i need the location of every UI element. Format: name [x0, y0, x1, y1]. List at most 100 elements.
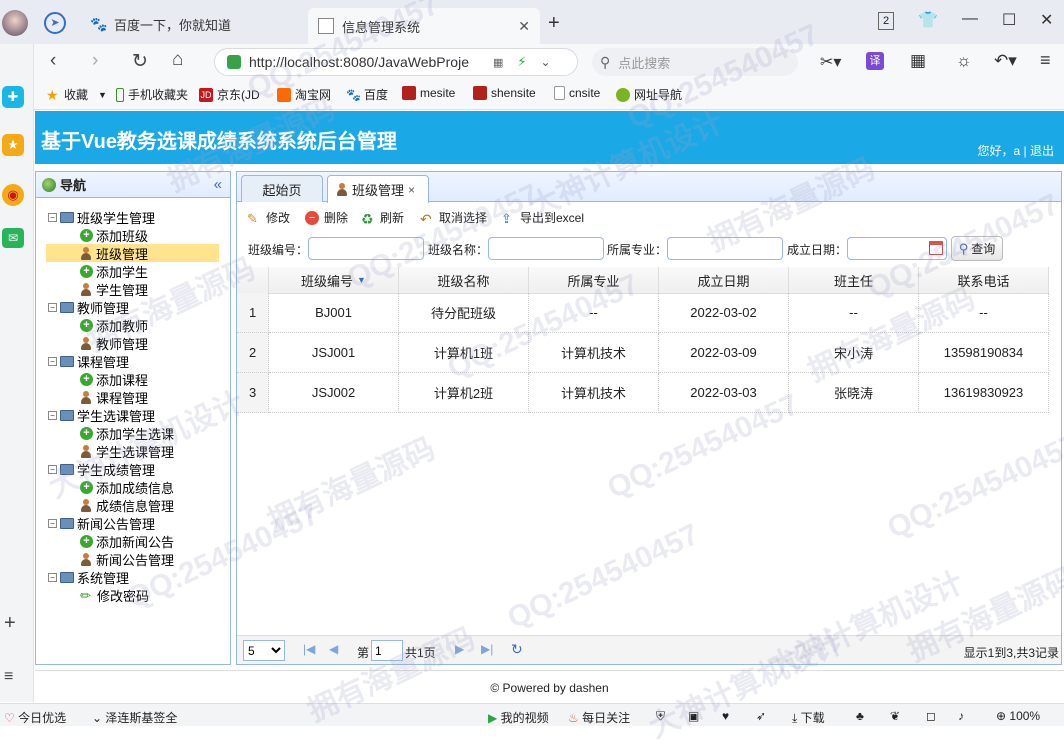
- cut-icon[interactable]: ✂▾: [820, 52, 841, 72]
- close-window-button[interactable]: ✕: [1040, 10, 1053, 30]
- maximize-button[interactable]: ☐: [1002, 10, 1016, 30]
- table-row[interactable]: 1 BJ001 待分配班级 -- 2022-03-02 -- --: [237, 293, 1049, 333]
- mail-icon[interactable]: ✉: [2, 228, 24, 248]
- column-header[interactable]: 成立日期: [659, 267, 789, 294]
- undo-icon[interactable]: ↶▾: [994, 51, 1017, 71]
- collapse-toggle-icon[interactable]: −: [48, 212, 57, 222]
- tree-group[interactable]: − 学生成绩管理: [48, 460, 155, 478]
- tree-item[interactable]: + 添加班级: [80, 226, 148, 244]
- collapse-toggle-icon[interactable]: −: [48, 518, 57, 528]
- bookmark-taobao[interactable]: 淘宝网: [277, 86, 331, 103]
- tab-count-badge[interactable]: 2: [878, 12, 894, 30]
- tree-item[interactable]: + 添加学生: [80, 262, 148, 280]
- chevron-down-icon[interactable]: ⌄: [541, 55, 551, 69]
- favorites-icon[interactable]: ★: [2, 134, 24, 156]
- page-number-input[interactable]: [371, 640, 403, 661]
- tree-item[interactable]: 教师管理: [80, 334, 148, 352]
- avatar[interactable]: [2, 10, 28, 36]
- collapse-toggle-icon[interactable]: −: [48, 302, 57, 312]
- url-text[interactable]: http://localhost:8080/JavaWebProje: [249, 54, 489, 70]
- tree-item[interactable]: 班级管理: [46, 244, 219, 262]
- my-video-link[interactable]: ▶ 我的视频: [488, 709, 549, 726]
- collapse-icon[interactable]: «: [214, 176, 222, 193]
- apps-grid-icon[interactable]: ▦: [910, 51, 926, 71]
- add-icon[interactable]: +: [4, 612, 16, 635]
- collapse-toggle-icon[interactable]: −: [48, 356, 57, 366]
- column-header[interactable]: 联系电话: [919, 267, 1049, 294]
- tab-info-system[interactable]: 信息管理系统 ✕: [308, 8, 540, 44]
- close-tab-icon[interactable]: ×: [408, 183, 415, 197]
- tree-item[interactable]: + 添加新闻公告: [80, 532, 174, 550]
- close-tab-icon[interactable]: ✕: [518, 18, 530, 35]
- tree-group[interactable]: − 教师管理: [48, 298, 129, 316]
- image-icon[interactable]: ▣: [688, 709, 699, 723]
- tab-home[interactable]: 起始页: [241, 175, 323, 202]
- edit-button[interactable]: ✎ 修改: [247, 209, 290, 226]
- home-icon[interactable]: ⌂: [172, 49, 183, 71]
- tab-class-management[interactable]: 班级管理 ×: [327, 175, 429, 203]
- shield-icon[interactable]: ⛨: [656, 709, 665, 724]
- delete-button[interactable]: − 删除: [305, 209, 348, 226]
- bookmark-nav[interactable]: 网址导航: [616, 86, 682, 103]
- last-page-icon[interactable]: ▶|: [481, 642, 493, 656]
- bolt-icon[interactable]: ⚡: [517, 54, 526, 70]
- cancel-select-button[interactable]: ↶ 取消选择: [420, 209, 487, 227]
- brightness-icon[interactable]: ☼: [956, 51, 972, 71]
- tree-item[interactable]: 新闻公告管理: [80, 550, 174, 568]
- qr-icon[interactable]: ▦: [493, 56, 503, 69]
- page-size-select[interactable]: 5: [243, 640, 285, 661]
- reload-page-icon[interactable]: ↻: [511, 641, 523, 658]
- tree-group[interactable]: − 班级学生管理: [48, 208, 155, 226]
- sort-desc-icon[interactable]: ▼: [357, 275, 366, 285]
- query-button[interactable]: ⚲ 查询: [951, 236, 1003, 261]
- column-header[interactable]: 班级名称: [399, 267, 529, 294]
- prev-page-icon[interactable]: ◀: [329, 642, 338, 656]
- plugin-icon[interactable]: ✚: [2, 86, 24, 108]
- download-link[interactable]: ⤓ 下载: [792, 709, 825, 726]
- collapse-toggle-icon[interactable]: −: [48, 572, 57, 582]
- first-page-icon[interactable]: |◀: [303, 642, 315, 656]
- game-icon[interactable]: ♣: [856, 709, 864, 723]
- window-icon[interactable]: ◻: [926, 709, 936, 723]
- bookmark-shensite[interactable]: shensite: [473, 86, 536, 100]
- column-header[interactable]: 班主任: [789, 267, 919, 294]
- tree-group[interactable]: − 课程管理: [48, 352, 129, 370]
- address-bar[interactable]: http://localhost:8080/JavaWebProje ▦ ⚡ ⌄: [214, 48, 578, 76]
- weibo-icon[interactable]: ◉: [2, 184, 24, 206]
- rocket-icon[interactable]: ➶: [756, 709, 766, 723]
- table-row[interactable]: 3 JSJ002 计算机2班 计算机技术 2022-03-03 张晓涛 1361983092…: [237, 373, 1049, 413]
- bookmark-baidu[interactable]: 🐾 百度: [346, 86, 388, 103]
- bookmark-favorites[interactable]: ★ 收藏 ▼: [46, 86, 107, 103]
- daily-pick-link[interactable]: ♡ 今日优选: [4, 709, 66, 726]
- leaf-icon[interactable]: ❦: [890, 709, 900, 723]
- tree-group[interactable]: − 新闻公告管理: [48, 514, 155, 532]
- bookmark-mesite[interactable]: mesite: [402, 86, 455, 100]
- tab-baidu[interactable]: 🐾 百度一下，你就知道: [80, 8, 300, 40]
- calendar-icon[interactable]: [929, 241, 943, 255]
- tree-group[interactable]: − 学生选课管理: [48, 406, 155, 424]
- news-link[interactable]: ⌄ 泽连斯基签全: [92, 709, 177, 726]
- health-icon[interactable]: ♥: [722, 709, 729, 723]
- class-name-input[interactable]: [488, 237, 604, 260]
- menu-icon[interactable]: ≡: [1040, 50, 1051, 71]
- collapse-toggle-icon[interactable]: −: [48, 410, 57, 420]
- new-tab-button[interactable]: +: [548, 12, 560, 35]
- tree-group[interactable]: − 系统管理: [48, 568, 129, 586]
- shirt-icon[interactable]: 👕: [918, 10, 938, 30]
- search-box[interactable]: ⚲ 点此搜索: [592, 48, 798, 76]
- major-input[interactable]: [667, 237, 783, 260]
- back-icon[interactable]: ‹: [50, 50, 56, 72]
- tree-item[interactable]: + 添加成绩信息: [80, 478, 174, 496]
- zoom-link[interactable]: ⊕ 100%: [996, 709, 1040, 723]
- tree-item[interactable]: 学生管理: [80, 280, 148, 298]
- list-icon[interactable]: ≡: [4, 668, 13, 686]
- column-header[interactable]: 所属专业: [529, 267, 659, 294]
- bookmark-cnsite[interactable]: cnsite: [554, 86, 600, 100]
- daily-follow-link[interactable]: ♨ 每日关注: [568, 709, 630, 726]
- bookmark-mobile[interactable]: 手机收藏夹: [116, 86, 188, 103]
- column-header[interactable]: 班级编号 ▼: [269, 267, 399, 294]
- next-page-icon[interactable]: ▶: [455, 642, 464, 656]
- user-logout-link[interactable]: 您好，a | 退出: [978, 142, 1054, 159]
- export-excel-button[interactable]: ⇪ 导出到excel: [501, 209, 584, 226]
- tree-item[interactable]: 成绩信息管理: [80, 496, 174, 514]
